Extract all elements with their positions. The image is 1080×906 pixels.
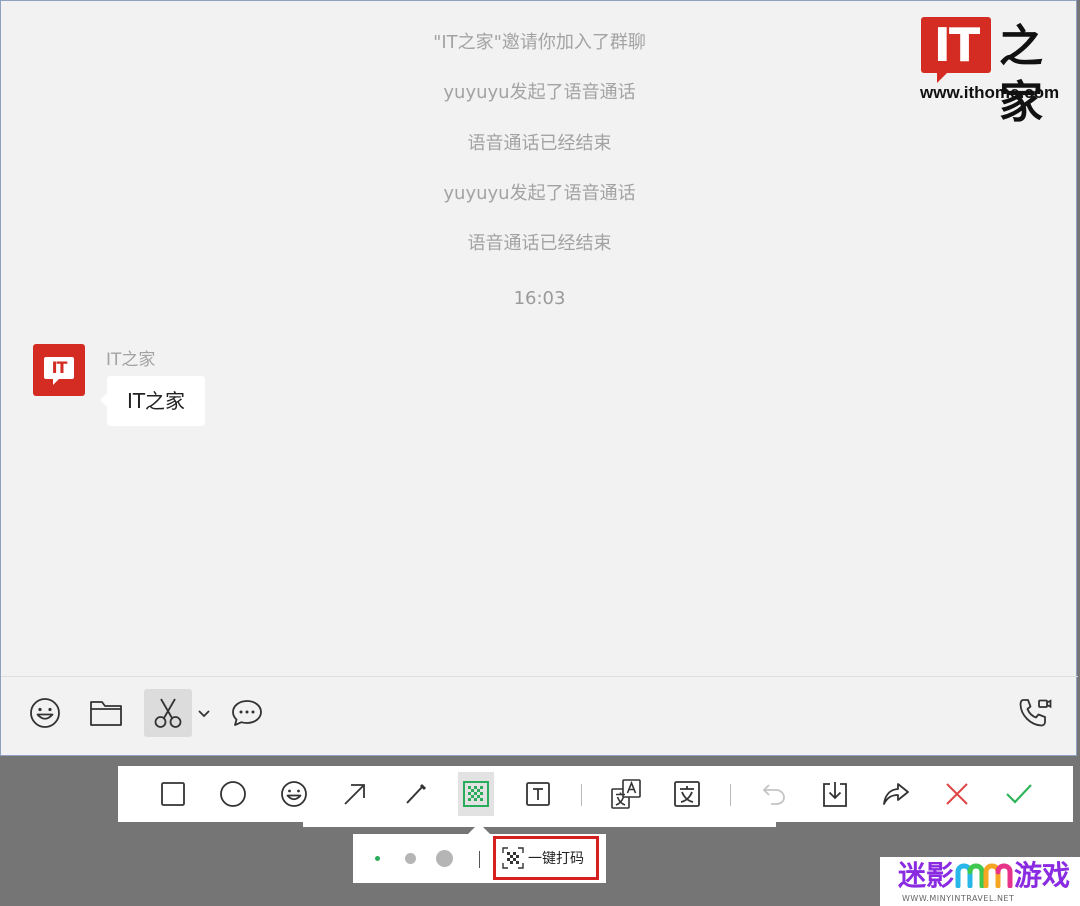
sender-name: IT之家 bbox=[106, 350, 156, 370]
ithome-logo: IT bbox=[921, 17, 991, 73]
rectangle-icon bbox=[161, 782, 185, 806]
mosaic-options-bar: 一键打码 bbox=[353, 834, 606, 883]
ithome-logo-chinese: 之家 bbox=[999, 21, 1043, 128]
emoji-tool[interactable] bbox=[274, 772, 314, 816]
toolbar-separator bbox=[581, 784, 582, 806]
ellipse-icon bbox=[220, 781, 246, 807]
screenshot-options-dropdown[interactable] bbox=[191, 689, 217, 737]
download-icon bbox=[823, 782, 847, 807]
annotation-toolbar-extension bbox=[303, 822, 776, 827]
chat-history-button[interactable] bbox=[223, 689, 271, 737]
brush-size-large[interactable] bbox=[436, 850, 453, 867]
file-button[interactable] bbox=[82, 689, 130, 737]
system-message-invite: "IT之家"邀请你加入了群聊 bbox=[433, 32, 646, 53]
one-click-mosaic-label: 一键打码 bbox=[528, 851, 584, 867]
message-timestamp: 16:03 bbox=[513, 288, 566, 309]
ithome-watermark: IT 之家 www.ithome.com bbox=[919, 15, 1069, 128]
one-click-mosaic-button[interactable]: 一键打码 bbox=[493, 836, 599, 880]
arrow-icon bbox=[344, 784, 365, 805]
brush-size-medium[interactable] bbox=[405, 853, 416, 864]
translate-tool[interactable] bbox=[606, 772, 646, 816]
extract-text-tool[interactable] bbox=[667, 772, 707, 816]
cancel-button[interactable] bbox=[937, 772, 977, 816]
confirm-button[interactable] bbox=[999, 772, 1039, 816]
system-message-call-started: yuyuyu发起了语音通话 bbox=[443, 82, 636, 103]
avatar[interactable]: IT bbox=[33, 344, 85, 396]
avatar-logo-tail bbox=[53, 379, 59, 385]
message-bubble[interactable]: IT之家 bbox=[100, 376, 205, 426]
share-arrow-icon bbox=[883, 783, 909, 805]
minyin-logo: 迷影 游戏 bbox=[898, 859, 1070, 893]
translate-icon bbox=[611, 779, 641, 809]
annotation-toolbar bbox=[118, 766, 1073, 822]
system-message-call-ended: 语音通话已经结束 bbox=[467, 133, 612, 154]
chevron-down-icon bbox=[198, 710, 210, 718]
chat-bubble-icon bbox=[232, 700, 262, 726]
checkmark-icon bbox=[1006, 784, 1032, 804]
extract-text-icon bbox=[674, 781, 700, 807]
message-text: IT之家 bbox=[126, 389, 186, 413]
emoji-icon bbox=[30, 698, 60, 728]
undo-button[interactable] bbox=[754, 772, 794, 816]
text-tool[interactable] bbox=[518, 772, 558, 816]
minyin-watermark: 迷影 游戏 WWW.MINYINTRAVEL.NET bbox=[880, 857, 1080, 906]
scissors-icon bbox=[154, 698, 182, 728]
pen-tool[interactable] bbox=[396, 772, 436, 816]
options-pointer bbox=[468, 823, 490, 834]
voice-video-call-button[interactable] bbox=[1011, 689, 1059, 737]
one-click-mosaic-icon bbox=[502, 847, 524, 869]
ellipse-tool[interactable] bbox=[213, 772, 253, 816]
share-button[interactable] bbox=[876, 772, 916, 816]
phone-video-icon bbox=[1019, 699, 1052, 727]
toolbar-separator bbox=[730, 784, 731, 806]
system-message-call-ended: 语音通话已经结束 bbox=[467, 233, 612, 254]
input-divider bbox=[1, 676, 1078, 677]
options-separator bbox=[479, 851, 480, 868]
screenshot-button[interactable] bbox=[144, 689, 192, 737]
arrow-tool[interactable] bbox=[335, 772, 375, 816]
pen-icon bbox=[406, 783, 427, 804]
close-icon bbox=[946, 783, 968, 805]
ithome-logo-tail bbox=[937, 71, 949, 83]
rectangle-tool[interactable] bbox=[153, 772, 193, 816]
system-message-call-started: yuyuyu发起了语音通话 bbox=[443, 183, 636, 204]
folder-icon bbox=[90, 701, 122, 726]
minyin-m-glyph-icon bbox=[954, 860, 1014, 889]
emoji-button[interactable] bbox=[21, 689, 69, 737]
text-icon bbox=[526, 782, 550, 806]
chat-window: "IT之家"邀请你加入了群聊 yuyuyu发起了语音通话 语音通话已经结束 yu… bbox=[0, 0, 1078, 756]
save-button[interactable] bbox=[815, 772, 855, 816]
emoji-icon bbox=[281, 781, 307, 807]
undo-icon bbox=[762, 784, 785, 805]
minyin-name-part1: 迷影 bbox=[898, 859, 955, 892]
minyin-name-part2: 游戏 bbox=[1014, 859, 1071, 892]
minyin-url: WWW.MINYINTRAVEL.NET bbox=[902, 894, 1015, 903]
mosaic-tool[interactable] bbox=[458, 772, 494, 816]
bubble-tail bbox=[100, 393, 107, 407]
mosaic-icon bbox=[463, 781, 489, 807]
ithome-url: www.ithome.com bbox=[920, 83, 1060, 102]
avatar-logo: IT bbox=[44, 357, 74, 379]
brush-size-small[interactable] bbox=[375, 856, 380, 861]
